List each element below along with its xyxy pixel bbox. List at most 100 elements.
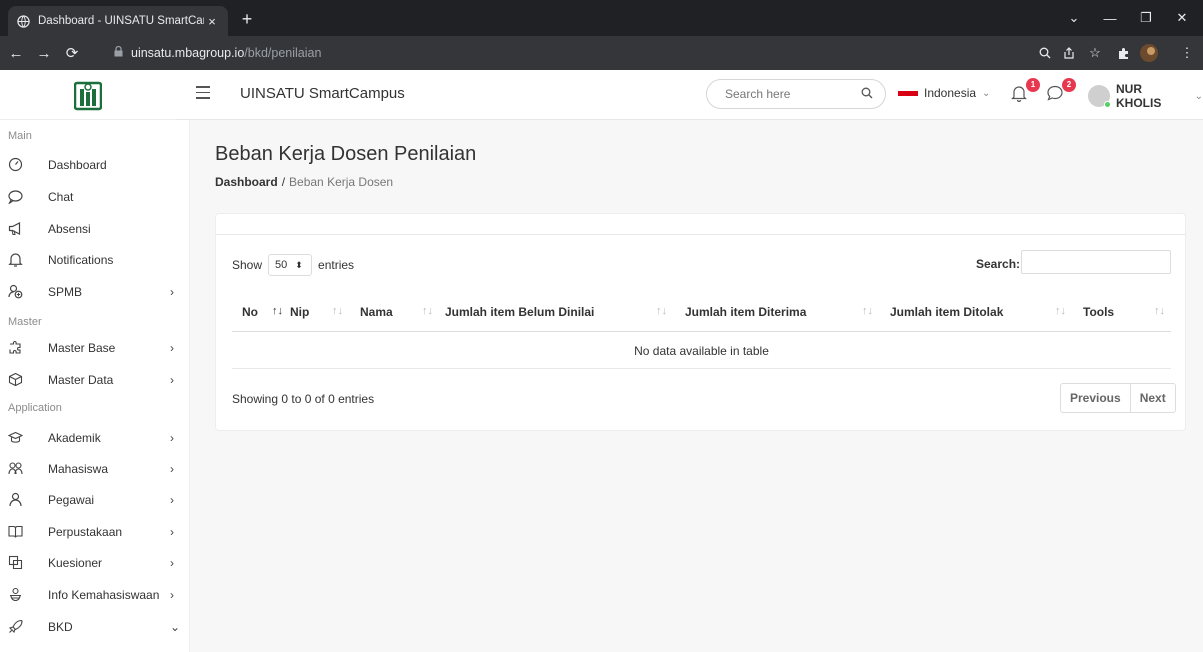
sidebar-item-spmb[interactable]: SPMB › [0,279,190,305]
tab-close-icon[interactable]: × [204,14,220,29]
sidebar-item-absensi[interactable]: Absensi [0,216,190,242]
breadcrumb-current: Beban Kerja Dosen [289,175,394,189]
header-search-input[interactable]: Search here [706,79,886,109]
chevron-right-icon: › [170,285,174,299]
column-header-tools[interactable]: Tools [1083,305,1114,319]
sidebar-item-mahasiswa[interactable]: Mahasiswa › [0,456,190,482]
url-host: uinsatu.mbagroup.io [131,46,245,60]
lock-icon [114,45,123,60]
table-search-label: Search: [976,257,1021,271]
window-close-icon[interactable]: ✕ [1164,0,1200,36]
sidebar-item-notifications[interactable]: Notifications [0,247,190,273]
browser-tab-bar: Dashboard - UINSATU SmartCam × + ⌄ — ❐ ✕ [0,0,1203,36]
sidebar-item-chat[interactable]: Chat [0,184,190,210]
sort-icon[interactable]: ↑↓ [656,305,667,317]
chevron-right-icon: › [170,556,174,570]
breadcrumb: Dashboard / Beban Kerja Dosen [215,175,393,189]
column-header-ditolak[interactable]: Jumlah item Ditolak [890,305,1003,319]
chevron-right-icon: › [170,462,174,476]
profile-avatar-icon[interactable] [1138,41,1160,65]
column-header-nama[interactable]: Nama [360,305,393,319]
zoom-icon[interactable] [1034,41,1056,65]
users-group-icon [8,461,24,477]
sidebar-item-perpustakaan[interactable]: Perpustakaan › [0,519,190,545]
browser-tab[interactable]: Dashboard - UINSATU SmartCam × [8,6,228,36]
share-icon[interactable] [1058,41,1080,65]
sort-icon[interactable]: ↑↓ [272,305,283,317]
messages-badge: 2 [1062,78,1076,92]
data-table-card: Show 50 ⬍ entries Search: No ↑↓ Nip ↑↓ N… [215,213,1186,431]
menu-toggle-icon[interactable] [196,86,210,100]
sort-icon[interactable]: ↑↓ [422,305,433,317]
extensions-icon[interactable] [1112,41,1134,65]
copy-icon [8,555,24,571]
chat-bubble-icon [8,189,24,205]
tab-title: Dashboard - UINSATU SmartCam [38,15,204,27]
language-label: Indonesia [924,86,977,100]
sort-icon[interactable]: ↑↓ [862,305,873,317]
forward-icon[interactable]: → [32,41,56,65]
table-search-input[interactable] [1021,250,1171,274]
sidebar-item-akademik[interactable]: Akademik › [0,425,190,451]
entries-value: 50 [275,259,288,271]
breadcrumb-link-dashboard[interactable]: Dashboard [215,175,278,189]
rocket-icon [8,619,24,635]
bell-icon [8,252,24,268]
sidebar-item-bkd[interactable]: BKD ⌄ [0,614,190,640]
browser-menu-icon[interactable]: ⋮ [1176,41,1198,65]
url-input[interactable]: uinsatu.mbagroup.io/bkd/penilaian [104,41,1024,65]
table-header-row: No ↑↓ Nip ↑↓ Nama ↑↓ Jumlah item Belum D… [232,292,1171,332]
chevron-down-icon: ⌄ [1194,90,1203,102]
sidebar-item-master-base[interactable]: Master Base › [0,335,190,361]
sidebar-item-label: Mahasiswa [48,462,109,476]
avatar [1088,85,1111,108]
sidebar-item-label: Notifications [48,253,114,267]
restore-icon[interactable]: ❐ [1128,0,1164,36]
back-icon[interactable]: ← [4,41,28,65]
sidebar-item-label: Master Data [48,373,114,387]
book-open-icon [8,524,24,540]
app-logo[interactable] [0,70,176,120]
user-menu[interactable]: NUR KHOLIS ⌄ [1088,82,1203,110]
sidebar-item-label: Pegawai [48,493,95,507]
sidebar-item-master-data[interactable]: Master Data › [0,367,190,393]
column-header-no[interactable]: No [242,305,258,319]
chevron-right-icon: › [170,431,174,445]
reload-icon[interactable]: ⟳ [60,41,84,65]
page-title: Beban Kerja Dosen Penilaian [215,143,477,165]
notifications-bell-icon[interactable]: 1 [1010,78,1040,106]
sidebar-item-info-kemahasiswaan[interactable]: Info Kemahasiswaan › [0,582,190,608]
breadcrumb-separator: / [281,175,286,189]
chevron-right-icon: › [170,588,174,602]
chevron-down-icon: ⌄ [170,620,181,634]
messages-chat-icon[interactable]: 2 [1046,78,1076,106]
entries-select[interactable]: 50 ⬍ [268,254,313,276]
sidebar-item-dashboard[interactable]: Dashboard [0,152,190,178]
chevron-right-icon: › [170,525,174,539]
sidebar: Main Dashboard Chat Absensi Notification… [0,120,190,652]
app-header: UINSATU SmartCampus Search here Indonesi… [176,70,1203,120]
sidebar-item-label: Dashboard [48,158,107,172]
entries-length-control: Show 50 ⬍ entries [232,254,354,276]
next-page-button[interactable]: Next [1129,384,1175,412]
search-icon[interactable] [861,87,873,102]
sidebar-item-kuesioner[interactable]: Kuesioner › [0,550,190,576]
sidebar-item-label: Absensi [48,222,91,236]
tab-search-icon[interactable]: ⌄ [1056,0,1092,36]
column-header-belum-dinilai[interactable]: Jumlah item Belum Dinilai [445,305,594,319]
column-header-diterima[interactable]: Jumlah item Diterima [685,305,806,319]
new-tab-button[interactable]: + [236,8,258,30]
chevron-down-icon: ⌄ [982,87,991,99]
globe-icon [16,14,30,28]
bookmark-star-icon[interactable]: ☆ [1084,41,1106,65]
sort-icon[interactable]: ↑↓ [1055,305,1066,317]
sidebar-item-pegawai[interactable]: Pegawai › [0,487,190,513]
column-header-nip[interactable]: Nip [290,305,309,319]
previous-page-button[interactable]: Previous [1061,384,1130,412]
sort-icon[interactable]: ↑↓ [1154,305,1165,317]
minimize-icon[interactable]: — [1092,0,1128,36]
language-selector[interactable]: Indonesia ⌄ [898,86,990,100]
sidebar-item-label: BKD [48,620,73,634]
sidebar-item-label: Kuesioner [48,556,103,570]
sort-icon[interactable]: ↑↓ [332,305,343,317]
